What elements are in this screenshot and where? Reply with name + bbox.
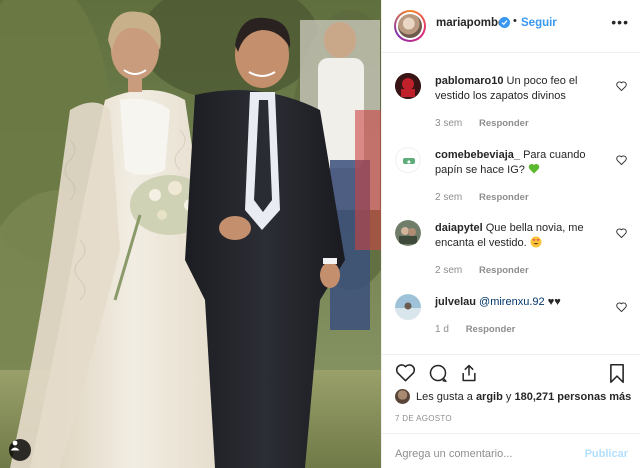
commenter-username[interactable]: daiapytel (435, 222, 483, 234)
heart-icon[interactable] (616, 228, 627, 238)
wedding-photo-illustration (0, 0, 381, 468)
commenter-avatar[interactable] (395, 73, 421, 99)
bookmark-icon[interactable] (608, 363, 626, 384)
commenter-username[interactable]: pablomaro10 (435, 75, 503, 87)
green-heart-emoji-icon (528, 163, 540, 174)
commenter-username[interactable]: comebebeviaja_ (435, 149, 520, 161)
commenter-avatar[interactable] (395, 220, 421, 246)
author-avatar[interactable] (394, 10, 426, 42)
likes-connector: y (505, 390, 512, 403)
commenter-avatar[interactable]: ● (395, 147, 421, 173)
reply-button[interactable]: Responder (479, 265, 529, 276)
comment-time[interactable]: 1 d (435, 324, 449, 335)
reply-button[interactable]: Responder (479, 192, 529, 203)
svg-text:●: ● (407, 159, 411, 164)
follow-button[interactable]: Seguir (521, 17, 557, 29)
likes-count[interactable]: 180,271 personas más (514, 391, 631, 403)
comment-mention[interactable]: @mirenxu.92 (479, 296, 545, 308)
reply-button[interactable]: Responder (479, 118, 529, 129)
comment-time[interactable]: 3 sem (435, 118, 462, 129)
publish-button[interactable]: Publicar (585, 448, 628, 460)
instagram-post: mariapombo • Seguir ••• pablomaro10 Un p… (0, 0, 640, 468)
add-comment-bar: Agrega un comentario... Publicar (382, 433, 640, 468)
heart-icon[interactable] (616, 155, 627, 165)
comments-list[interactable]: pablomaro10 Un poco feo el vestido los z… (382, 54, 640, 354)
post-date[interactable]: 7 DE AGOSTO (395, 414, 452, 423)
more-options-icon[interactable]: ••• (611, 14, 629, 30)
share-icon[interactable] (459, 363, 479, 383)
author-username[interactable]: mariapombo (436, 17, 505, 29)
action-bar (382, 354, 640, 384)
commenter-avatar[interactable] (395, 294, 421, 320)
comment-text: ♥♥ (547, 296, 561, 308)
comment-time[interactable]: 2 sem (435, 265, 462, 276)
likes-summary: Les gusta a argib y 180,271 personas más (395, 389, 631, 404)
liker-avatar[interactable] (395, 389, 410, 404)
post-header: mariapombo • Seguir ••• (382, 0, 640, 53)
comment-icon[interactable] (428, 363, 448, 383)
separator-dot: • (513, 15, 517, 27)
post-photo[interactable] (0, 0, 381, 468)
reply-button[interactable]: Responder (466, 324, 516, 335)
comment-time[interactable]: 2 sem (435, 192, 462, 203)
heart-icon[interactable] (616, 81, 627, 91)
post-side-panel: mariapombo • Seguir ••• pablomaro10 Un p… (381, 0, 640, 468)
heart-eyes-emoji-icon (530, 236, 542, 248)
verified-badge-icon (499, 17, 510, 28)
heart-icon[interactable] (616, 302, 627, 312)
user-tag-icon[interactable] (9, 439, 31, 461)
liker-username[interactable]: argib (476, 391, 503, 403)
likes-prefix: Les gusta a (416, 390, 473, 403)
commenter-username[interactable]: julvelau (435, 296, 476, 308)
comment-input[interactable]: Agrega un comentario... (395, 448, 512, 460)
heart-icon[interactable] (395, 363, 416, 382)
